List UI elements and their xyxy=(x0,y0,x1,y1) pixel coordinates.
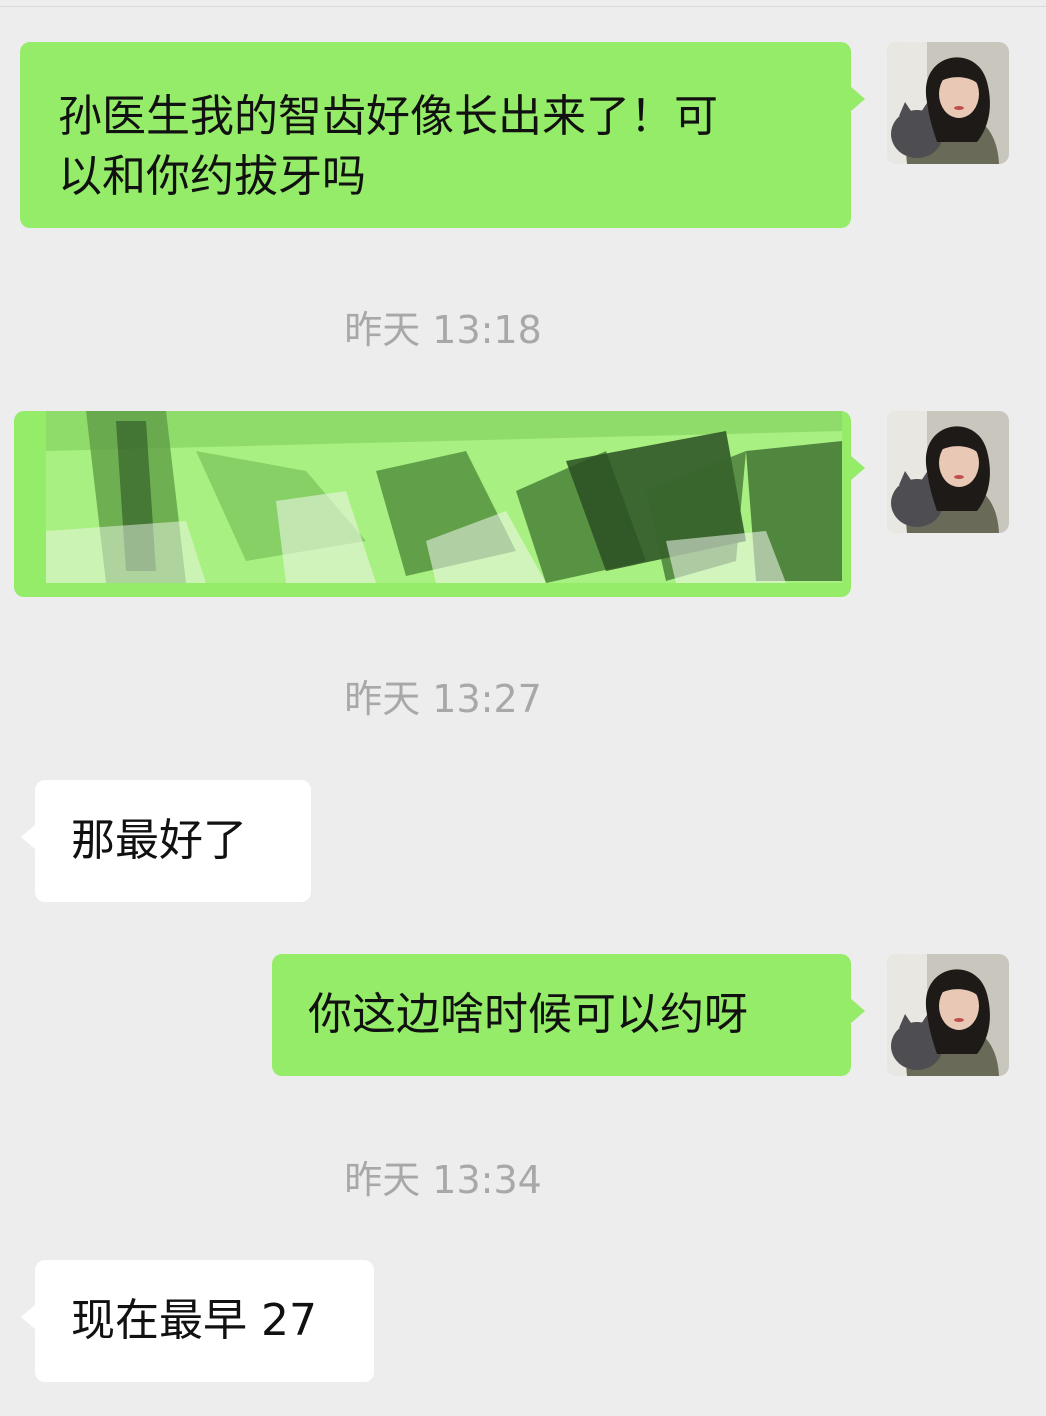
message-text: 那最好了 xyxy=(71,815,247,866)
my-image-message[interactable] xyxy=(14,411,865,597)
my-avatar[interactable] xyxy=(887,411,1009,533)
scribbled-image xyxy=(46,411,842,583)
my-avatar[interactable] xyxy=(887,954,1009,1076)
avatar-image xyxy=(887,954,1009,1076)
message-text-line: 以和你约拔牙吗 xyxy=(58,151,366,202)
top-divider xyxy=(0,6,1046,7)
their-message-bubble[interactable]: 现在最早 27 xyxy=(21,1260,374,1382)
my-avatar[interactable] xyxy=(887,42,1009,164)
timestamp: 昨天 13:27 xyxy=(344,677,542,721)
timestamp: 昨天 13:18 xyxy=(344,308,542,352)
my-message-bubble[interactable]: 孙医生我的智齿好像长出来了！可 以和你约拔牙吗 xyxy=(20,42,865,228)
their-message-bubble[interactable]: 那最好了 xyxy=(21,780,311,902)
my-message-bubble[interactable]: 你这边啥时候可以约呀 xyxy=(272,954,865,1076)
message-text: 你这边啥时候可以约呀 xyxy=(308,989,748,1040)
avatar-image xyxy=(887,411,1009,533)
message-text: 现在最早 27 xyxy=(71,1295,317,1346)
avatar-image xyxy=(887,42,1009,164)
message-text-line: 孙医生我的智齿好像长出来了！可 xyxy=(58,91,718,142)
timestamp: 昨天 13:34 xyxy=(344,1158,542,1202)
